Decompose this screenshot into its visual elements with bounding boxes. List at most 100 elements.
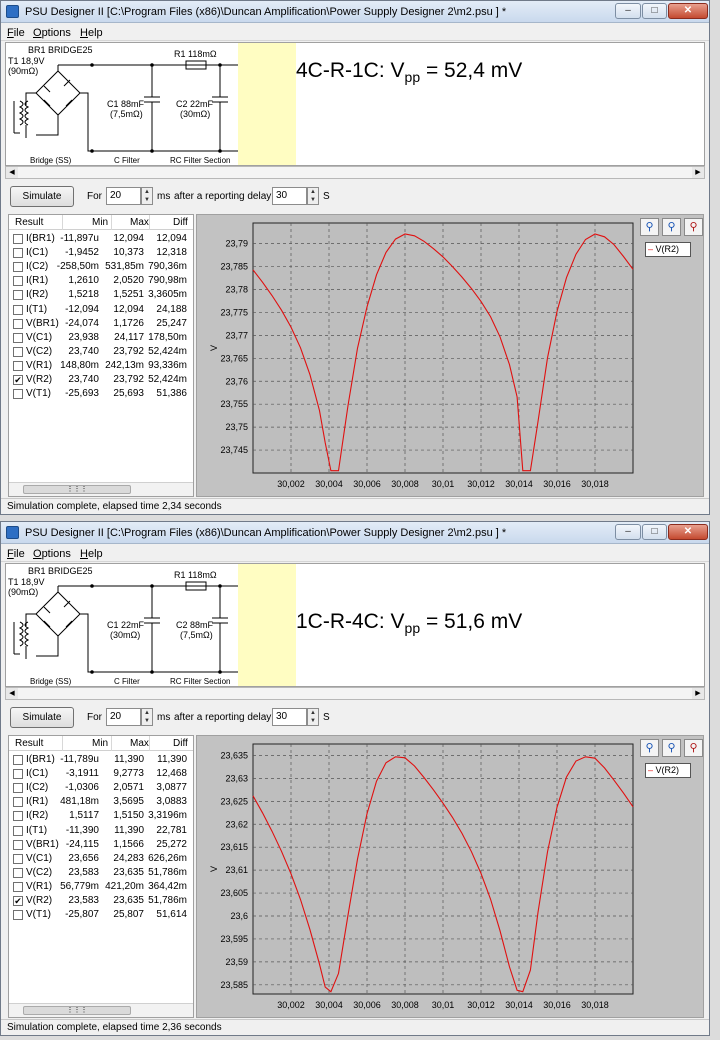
zoom-reset-icon[interactable]: ⚲	[662, 739, 681, 757]
schematic-scrollbar[interactable]: ◀ ▶	[5, 166, 705, 179]
result-checkbox[interactable]: ✔	[13, 375, 23, 385]
title-bar[interactable]: PSU Designer II [C:\Program Files (x86)\…	[1, 1, 709, 23]
result-checkbox[interactable]: ✔	[13, 896, 23, 906]
table-row[interactable]: V(BR1) -24,074 1,1726 25,247	[9, 317, 193, 331]
table-row[interactable]: I(R1) 481,18m 3,5695 3,0883	[9, 795, 193, 809]
result-checkbox[interactable]	[13, 755, 23, 765]
table-scroll-thumb[interactable]: ⋮⋮⋮	[23, 485, 131, 494]
table-row[interactable]: V(R1) 148,80m 242,13m 93,336m	[9, 359, 193, 373]
delay-input[interactable]: 30	[272, 187, 307, 205]
table-row[interactable]: V(T1) -25,807 25,807 51,614	[9, 908, 193, 922]
table-row[interactable]: I(R2) 1,5117 1,5150 3,3196m	[9, 809, 193, 823]
table-row[interactable]: V(C1) 23,656 24,283 626,26m	[9, 852, 193, 866]
column-max[interactable]: Max	[130, 738, 149, 749]
result-checkbox[interactable]	[13, 811, 23, 822]
table-row[interactable]: I(C1) -3,1911 9,2773 12,468	[9, 767, 193, 781]
table-row[interactable]: V(C2) 23,583 23,635 51,786m	[9, 866, 193, 880]
menu-help[interactable]: Help	[80, 548, 103, 560]
minimize-button[interactable]: –	[615, 3, 641, 19]
table-scrollbar[interactable]: ⋮⋮⋮	[9, 482, 193, 496]
table-row[interactable]: I(BR1) -11,897u 12,094 12,094	[9, 232, 193, 246]
scroll-left-icon[interactable]: ◀	[6, 688, 18, 699]
result-checkbox[interactable]	[13, 360, 23, 371]
duration-input[interactable]: 20	[106, 187, 141, 205]
zoom-in-icon[interactable]: ⚲	[640, 218, 659, 236]
maximize-button[interactable]: □	[642, 3, 667, 19]
result-checkbox[interactable]	[13, 389, 23, 400]
delay-spinner[interactable]: ▲ ▼	[307, 708, 319, 726]
waveform-chart[interactable]: 30,002 30,004 30,006 30,008 30,01 30,012 30,01…	[197, 736, 704, 1018]
zoom-reset-icon[interactable]: ⚲	[662, 218, 681, 236]
table-row[interactable]: ✔ V(R2) 23,740 23,792 52,424m	[9, 373, 193, 387]
table-scroll-thumb[interactable]: ⋮⋮⋮	[23, 1006, 131, 1015]
simulate-button[interactable]: Simulate	[10, 707, 74, 728]
result-checkbox[interactable]	[13, 783, 23, 794]
title-bar[interactable]: PSU Designer II [C:\Program Files (x86)\…	[1, 522, 709, 544]
result-checkbox[interactable]	[13, 839, 23, 850]
column-diff[interactable]: Diff	[173, 217, 188, 228]
close-button[interactable]: ✕	[668, 524, 708, 540]
close-button[interactable]: ✕	[668, 3, 708, 19]
result-checkbox[interactable]	[13, 825, 23, 836]
menu-file[interactable]: File	[7, 548, 25, 560]
table-scrollbar[interactable]: ⋮⋮⋮	[9, 1003, 193, 1017]
zoom-in-icon[interactable]: ⚲	[640, 739, 659, 757]
result-checkbox[interactable]	[13, 290, 23, 301]
delay-spinner[interactable]: ▲ ▼	[307, 187, 319, 205]
schematic-scrollbar[interactable]: ◀ ▶	[5, 687, 705, 700]
result-checkbox[interactable]	[13, 304, 23, 315]
result-checkbox[interactable]	[13, 276, 23, 287]
result-checkbox[interactable]	[13, 332, 23, 343]
column-result[interactable]: Result	[15, 217, 43, 228]
duration-input[interactable]: 20	[106, 708, 141, 726]
table-row[interactable]: V(R1) 56,779m 421,20m 364,42m	[9, 880, 193, 894]
app-window-2: PSU Designer II [C:\Program Files (x86)\…	[0, 521, 710, 1036]
maximize-button[interactable]: □	[642, 524, 667, 540]
table-row[interactable]: I(R1) 1,2610 2,0520 790,98m	[9, 274, 193, 288]
delay-input[interactable]: 30	[272, 708, 307, 726]
column-diff[interactable]: Diff	[173, 738, 188, 749]
menu-options[interactable]: Options	[33, 548, 71, 560]
duration-spinner[interactable]: ▲ ▼	[141, 187, 153, 205]
result-checkbox[interactable]	[13, 853, 23, 864]
table-row[interactable]: I(T1) -11,390 11,390 22,781	[9, 824, 193, 838]
result-checkbox[interactable]	[13, 248, 23, 259]
zoom-out-icon[interactable]: ⚲	[684, 739, 703, 757]
scroll-right-icon[interactable]: ▶	[692, 167, 704, 178]
column-result[interactable]: Result	[15, 738, 43, 749]
column-max[interactable]: Max	[130, 217, 149, 228]
column-min[interactable]: Min	[92, 217, 108, 228]
menu-help[interactable]: Help	[80, 27, 103, 39]
result-checkbox[interactable]	[13, 262, 23, 273]
table-row[interactable]: I(T1) -12,094 12,094 24,188	[9, 303, 193, 317]
result-checkbox[interactable]	[13, 346, 23, 357]
result-checkbox[interactable]	[13, 234, 23, 244]
table-row[interactable]: I(BR1) -11,789u 11,390 11,390	[9, 753, 193, 767]
x-tick-label: 30,008	[391, 479, 419, 489]
waveform-chart[interactable]: 30,002 30,004 30,006 30,008 30,01 30,012 30,01…	[197, 215, 704, 497]
minimize-button[interactable]: –	[615, 524, 641, 540]
table-row[interactable]: ✔ V(R2) 23,583 23,635 51,786m	[9, 894, 193, 908]
column-min[interactable]: Min	[92, 738, 108, 749]
result-checkbox[interactable]	[13, 318, 23, 329]
result-checkbox[interactable]	[13, 881, 23, 892]
table-row[interactable]: I(C2) -258,50m 531,85m 790,36m	[9, 260, 193, 274]
result-checkbox[interactable]	[13, 910, 23, 921]
duration-spinner[interactable]: ▲ ▼	[141, 708, 153, 726]
table-row[interactable]: V(C1) 23,938 24,117 178,50m	[9, 331, 193, 345]
simulate-button[interactable]: Simulate	[10, 186, 74, 207]
menu-options[interactable]: Options	[33, 27, 71, 39]
table-row[interactable]: I(C1) -1,9452 10,373 12,318	[9, 246, 193, 260]
table-row[interactable]: I(R2) 1,5218 1,5251 3,3605m	[9, 288, 193, 302]
menu-file[interactable]: File	[7, 27, 25, 39]
scroll-right-icon[interactable]: ▶	[692, 688, 704, 699]
zoom-out-icon[interactable]: ⚲	[684, 218, 703, 236]
table-row[interactable]: V(BR1) -24,115 1,1566 25,272	[9, 838, 193, 852]
table-row[interactable]: I(C2) -1,0306 2,0571 3,0877	[9, 781, 193, 795]
result-checkbox[interactable]	[13, 867, 23, 878]
result-checkbox[interactable]	[13, 769, 23, 780]
table-row[interactable]: V(C2) 23,740 23,792 52,424m	[9, 345, 193, 359]
scroll-left-icon[interactable]: ◀	[6, 167, 18, 178]
table-row[interactable]: V(T1) -25,693 25,693 51,386	[9, 387, 193, 401]
result-checkbox[interactable]	[13, 797, 23, 808]
